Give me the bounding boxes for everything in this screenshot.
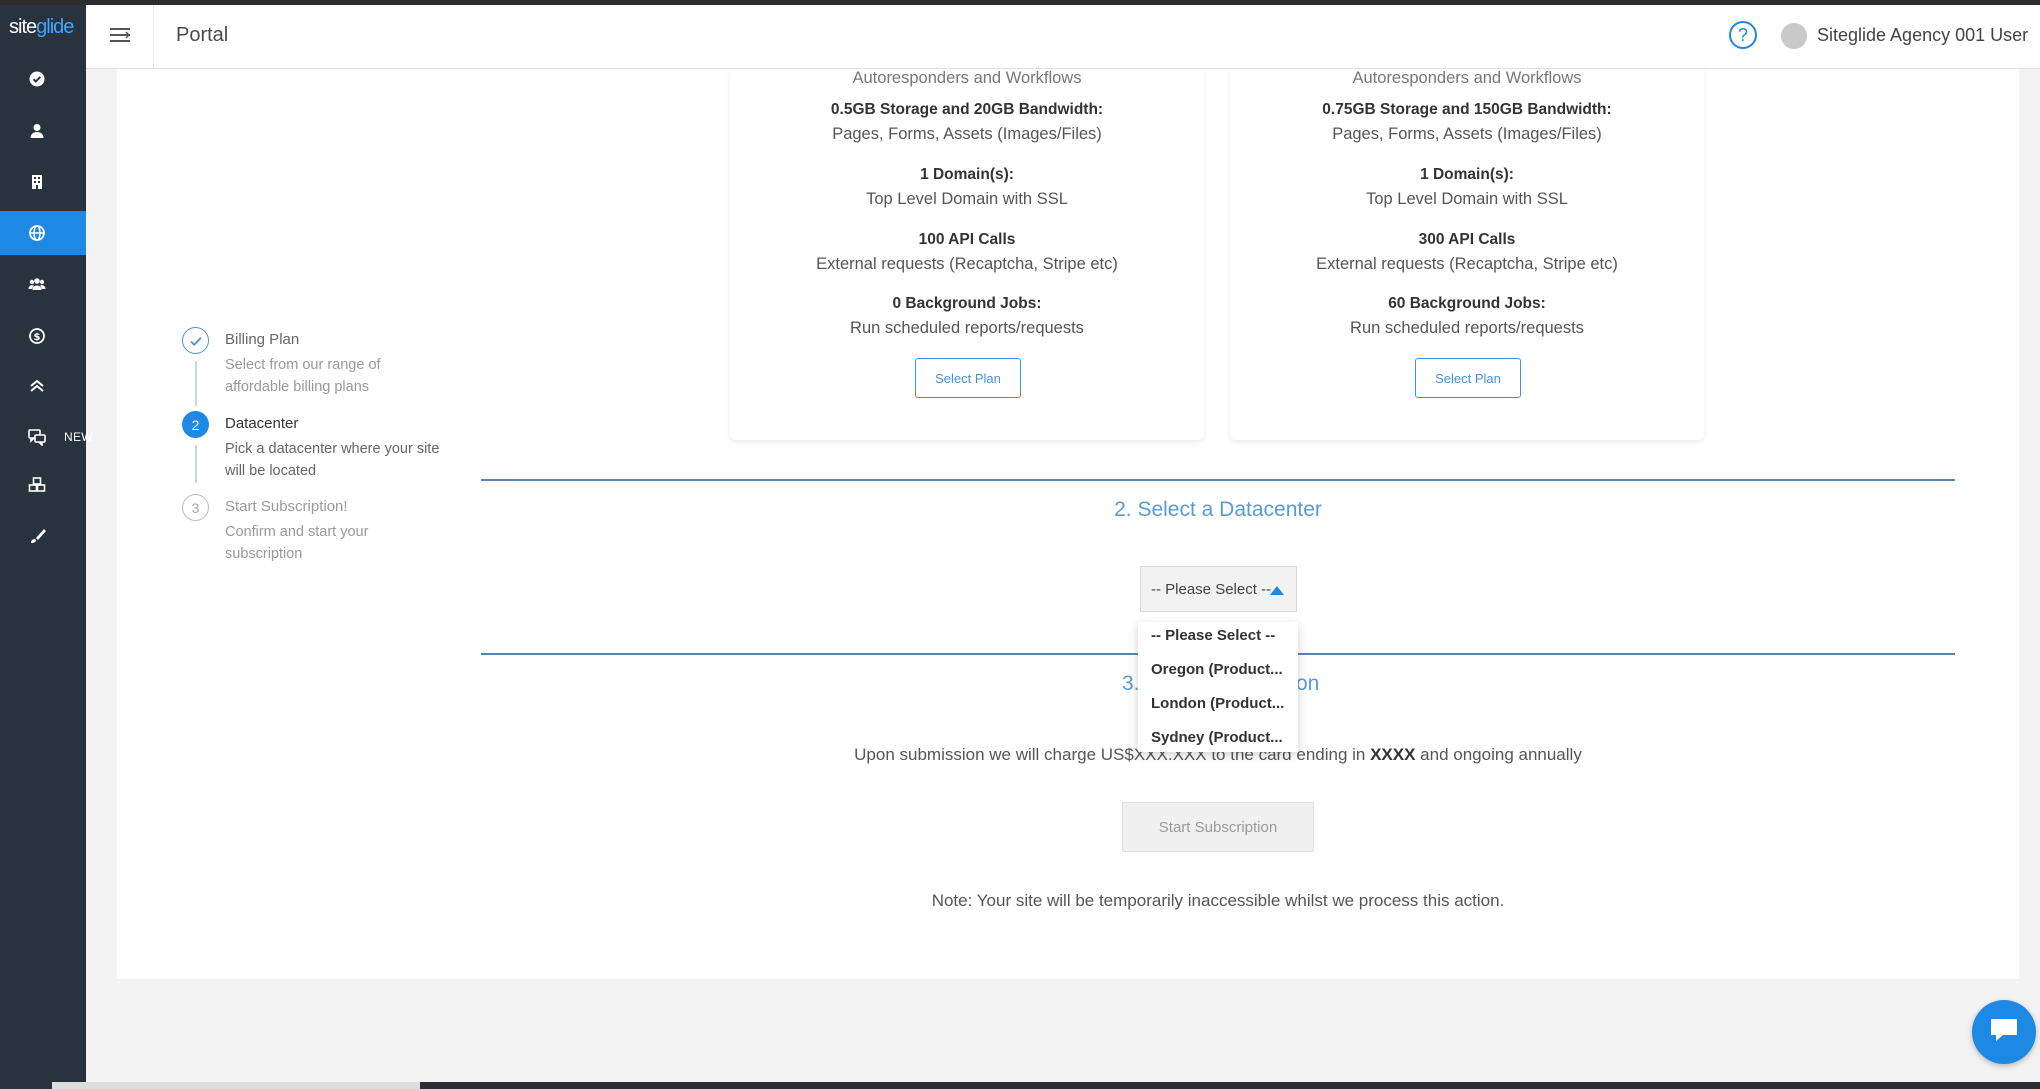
comments-icon xyxy=(28,428,46,446)
brush-icon xyxy=(28,527,46,545)
chat-bubble-icon xyxy=(1989,1016,2019,1048)
plan-feature-text: Autoresponders and Workflows xyxy=(852,69,1082,87)
datacenter-dropdown-list: -- Please Select -- Oregon (Product... L… xyxy=(1138,622,1298,752)
help-icon[interactable]: ? xyxy=(1729,21,1757,49)
plan-feature-text: Pages, Forms, Assets (Images/Files) xyxy=(1332,125,1602,143)
check-circle-icon xyxy=(28,70,46,88)
plan-feature-text: Top Level Domain with SSL xyxy=(1366,190,1568,208)
select-plan-button[interactable]: Select Plan xyxy=(915,358,1021,398)
step-title: Start Subscription! xyxy=(225,498,348,515)
plan-card-basic: Autoresponders and Workflows 0.5GB Stora… xyxy=(730,69,1204,440)
charge-text-suffix: and ongoing annually xyxy=(1415,745,1582,764)
sidebar-item-upgrades[interactable] xyxy=(0,364,86,408)
user-icon xyxy=(28,122,46,140)
dropdown-option[interactable]: -- Please Select -- xyxy=(1151,627,1275,644)
plan-feature-text: Pages, Forms, Assets (Images/Files) xyxy=(832,125,1102,143)
plan-feature-title: 100 API Calls xyxy=(918,231,1016,248)
double-chevron-up-icon xyxy=(28,377,46,395)
stepper-connector xyxy=(195,361,197,406)
sidebar-item-modules[interactable] xyxy=(0,463,86,507)
sidebar-item-team[interactable] xyxy=(0,262,86,306)
top-header: Portal ? Siteglide Agency 001 User xyxy=(86,5,2040,69)
sidebar-item-billing[interactable]: $ xyxy=(0,314,86,358)
plan-feature-title: 0.5GB Storage and 20GB Bandwidth: xyxy=(830,101,1104,118)
page-title: Portal xyxy=(176,24,229,46)
caret-up-icon[interactable] xyxy=(1269,581,1285,600)
step-description: Pick a datacenter where your site will b… xyxy=(225,441,440,479)
start-subscription-button[interactable]: Start Subscription xyxy=(1122,802,1314,852)
users-icon xyxy=(28,275,46,293)
plan-feature-title: 0 Background Jobs: xyxy=(892,295,1042,312)
step-number: 3 xyxy=(182,494,209,521)
sidebar-item-companies[interactable] xyxy=(0,160,86,204)
plan-feature-text: Autoresponders and Workflows xyxy=(1352,69,1582,87)
dollar-circle-icon: $ xyxy=(28,327,46,345)
section-divider xyxy=(481,479,1955,481)
hamburger-icon xyxy=(109,27,130,47)
scrollbar-thumb[interactable] xyxy=(420,1082,2040,1089)
chat-widget-button[interactable] xyxy=(1972,1000,2036,1064)
card-ending: XXXX xyxy=(1370,745,1416,764)
section-title-fragment: on xyxy=(1296,672,1320,695)
step-title: Billing Plan xyxy=(225,331,300,348)
logo-text-site: site xyxy=(9,15,37,38)
sidebar-item-sites[interactable] xyxy=(0,211,86,255)
select-plan-button[interactable]: Select Plan xyxy=(1415,358,1521,398)
bottom-scrollbar xyxy=(52,1082,2040,1089)
plan-feature-title: 1 Domain(s): xyxy=(920,166,1014,183)
sidebar-item-dashboard[interactable] xyxy=(0,57,86,101)
logo-text-glide: glide xyxy=(36,15,74,38)
plan-feature-title: 60 Background Jobs: xyxy=(1388,295,1546,312)
step-description: Confirm and start your subscription xyxy=(225,524,369,562)
plan-card-advanced: Autoresponders and Workflows 0.75GB Stor… xyxy=(1230,69,1704,440)
plan-feature-title: 1 Domain(s): xyxy=(1420,166,1514,183)
section-title-fragment: 3. xyxy=(1122,672,1140,695)
avatar[interactable] xyxy=(1781,23,1807,49)
datacenter-select-value: -- Please Select -- xyxy=(1151,580,1272,598)
stepper-connector xyxy=(195,445,197,483)
plan-feature-text: Run scheduled reports/requests xyxy=(1350,319,1584,337)
dropdown-option[interactable]: London (Product... xyxy=(1151,695,1284,712)
step-number: 2 xyxy=(182,411,209,438)
plan-feature-text: Top Level Domain with SSL xyxy=(866,190,1068,208)
inaccessible-note: Note: Your site will be temporarily inac… xyxy=(931,891,1505,910)
plan-feature-text: Run scheduled reports/requests xyxy=(850,319,1084,337)
building-icon xyxy=(28,173,46,191)
check-icon xyxy=(182,327,209,354)
plan-feature-title: 0.75GB Storage and 150GB Bandwidth: xyxy=(1322,101,1612,118)
step-description: Select from our range of affordable bill… xyxy=(225,357,381,395)
menu-toggle-button[interactable] xyxy=(86,5,154,69)
sidebar-item-users[interactable] xyxy=(0,109,86,153)
datacenter-section-title: 2. Select a Datacenter xyxy=(1114,498,1322,521)
cubes-icon xyxy=(28,476,46,494)
plan-feature-text: External requests (Recaptcha, Stripe etc… xyxy=(816,255,1118,273)
sidebar-item-support[interactable]: NEW xyxy=(0,415,93,459)
globe-icon xyxy=(28,224,46,242)
new-badge: NEW xyxy=(64,430,93,444)
plan-feature-text: External requests (Recaptcha, Stripe etc… xyxy=(1316,255,1618,273)
sidebar: site glide $ NEW xyxy=(0,5,93,1089)
sidebar-item-design[interactable] xyxy=(0,514,86,558)
siteglide-logo[interactable]: site glide xyxy=(0,5,86,49)
svg-text:$: $ xyxy=(34,332,41,343)
dropdown-option[interactable]: Sydney (Product... xyxy=(1151,729,1283,746)
step-title: Datacenter xyxy=(225,415,299,432)
plan-feature-title: 300 API Calls xyxy=(1418,231,1516,248)
dropdown-option[interactable]: Oregon (Product... xyxy=(1151,661,1283,678)
user-menu-name[interactable]: Siteglide Agency 001 User xyxy=(1817,25,2028,46)
